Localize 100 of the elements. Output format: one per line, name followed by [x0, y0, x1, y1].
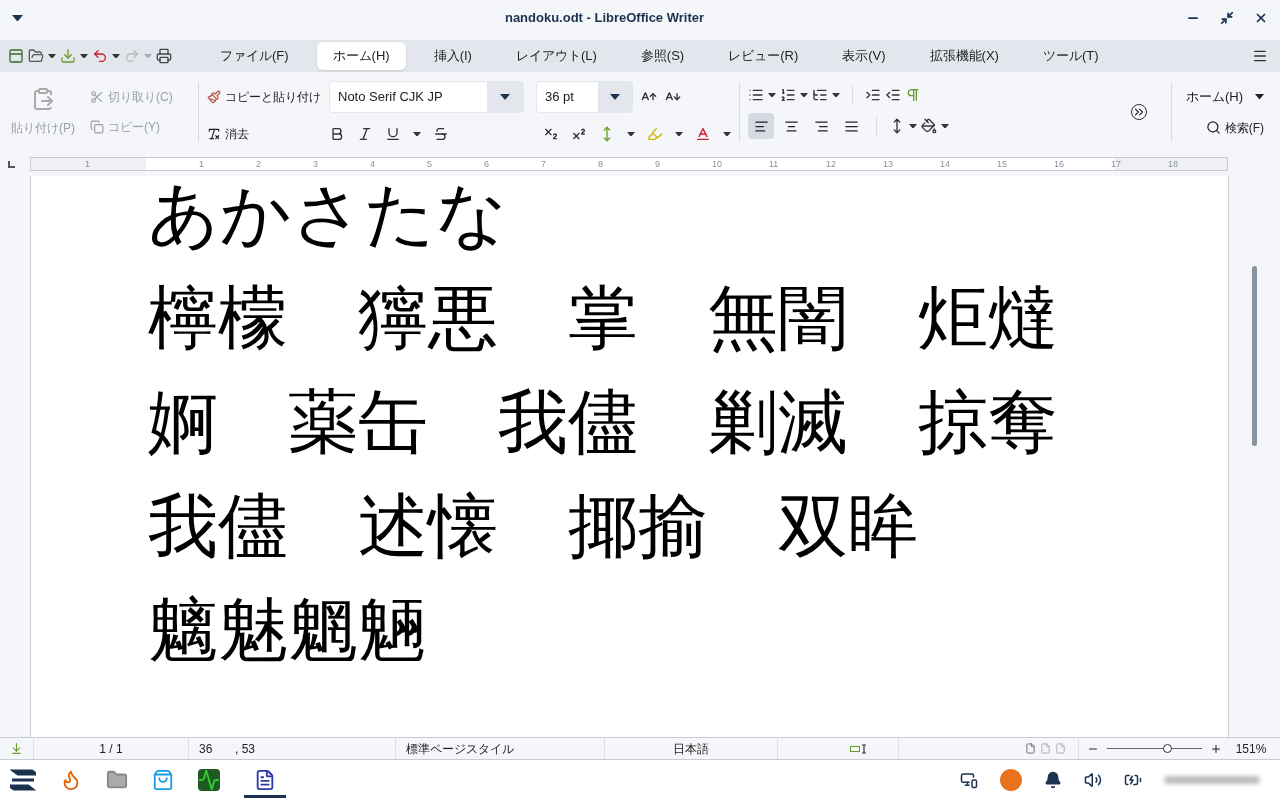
align-icon	[783, 118, 799, 134]
ruler-number: 8	[598, 158, 603, 170]
caret-icon[interactable]	[80, 53, 88, 59]
menu-tab[interactable]: レイアウト(L)	[499, 42, 613, 70]
document-page[interactable]: あかさたな 檸檬 獰悪 掌 無闇 炬燵 婀 薬缶 我儘 剿滅 掠奪 我儘 述懐 揶揄 双眸 魑魅魍魎	[30, 176, 1229, 737]
strikethrough-icon[interactable]	[433, 126, 449, 142]
menu-tab[interactable]: 参照(S)	[624, 42, 701, 70]
close-icon[interactable]	[1254, 11, 1268, 25]
numbered-list-icon[interactable]	[780, 87, 796, 103]
ruler-number: 10	[712, 158, 722, 170]
save-status-icon	[10, 742, 23, 755]
restore-icon[interactable]	[1220, 11, 1234, 25]
copy-icon	[90, 120, 104, 134]
align-icon	[753, 118, 769, 134]
menu-tab[interactable]: 拡張機能(X)	[913, 42, 1015, 70]
tab-stop-icon[interactable]	[8, 160, 15, 168]
print-icon[interactable]	[156, 48, 172, 64]
page-style: 標準ページスタイル	[406, 740, 515, 758]
system-monitor-icon[interactable]	[198, 769, 220, 791]
underline-icon[interactable]	[385, 126, 401, 142]
caret-icon[interactable]	[832, 92, 840, 98]
caret-icon[interactable]	[112, 53, 120, 59]
display-icon[interactable]	[960, 771, 978, 789]
character-count: , 53	[235, 740, 256, 758]
subscript-icon[interactable]	[543, 126, 559, 142]
zoom-percentage[interactable]: 151%	[1222, 739, 1280, 758]
ruler-number: 3	[313, 158, 318, 170]
caret-icon[interactable]	[413, 131, 421, 137]
scrollbar[interactable]	[1252, 266, 1257, 446]
font-color-icon[interactable]	[695, 126, 711, 142]
menu-tab[interactable]: ファイル(F)	[204, 42, 305, 70]
menu-tab[interactable]: ホーム(H)	[316, 42, 406, 70]
writer-document-icon[interactable]	[254, 768, 276, 791]
menu-icon[interactable]	[1252, 48, 1268, 64]
ruler-number: 5	[427, 158, 432, 170]
font-size-field[interactable]: 36 pt	[536, 81, 633, 113]
search-icon	[1205, 120, 1221, 136]
ruler-number: 16	[1054, 158, 1064, 170]
align-button[interactable]	[748, 113, 774, 139]
menu-tab[interactable]: 表示(V)	[826, 42, 902, 70]
menu-tab[interactable]: レビュー(R)	[712, 42, 815, 70]
folder-icon[interactable]	[28, 48, 44, 64]
caret-icon[interactable]	[941, 123, 949, 129]
zoom-slider-thumb[interactable]	[1162, 744, 1172, 753]
ruler-number: 13	[883, 158, 893, 170]
input-method-icon[interactable]	[1000, 769, 1022, 791]
menu-tab[interactable]: ツール(T)	[1026, 42, 1115, 70]
start-menu-icon[interactable]	[10, 769, 36, 791]
align-icon	[843, 118, 859, 134]
italic-icon[interactable]	[357, 126, 373, 142]
ruler-number: 15	[997, 158, 1007, 170]
ruler-number: 9	[655, 158, 660, 170]
caret-icon[interactable]	[800, 92, 808, 98]
ruler-number: 17	[1111, 158, 1121, 170]
undo-icon[interactable]	[92, 48, 108, 64]
caret-icon[interactable]	[909, 123, 917, 129]
window-layout-icon[interactable]	[8, 48, 24, 64]
ruler-number: 18	[1168, 158, 1178, 170]
dropdown-caret-icon[interactable]	[610, 94, 620, 100]
paintbrush-icon	[207, 90, 221, 104]
folder-icon[interactable]	[106, 769, 128, 791]
superscript-icon[interactable]	[571, 126, 587, 142]
bullet-list-icon[interactable]	[748, 87, 764, 103]
window-menu-caret-icon[interactable]	[12, 14, 23, 22]
font-name-field[interactable]: Noto Serif CJK JP	[329, 81, 524, 113]
tab-dropdown[interactable]: ホーム(H)	[1185, 87, 1264, 107]
indent-icon[interactable]	[865, 87, 881, 103]
align-icon	[813, 118, 829, 134]
outdent-icon[interactable]	[885, 87, 901, 103]
bold-icon[interactable]	[329, 126, 345, 142]
dropdown-caret-icon[interactable]	[500, 94, 510, 100]
page-count: 1 / 1	[98, 740, 124, 758]
outline-list-icon[interactable]	[812, 87, 828, 103]
word-count: 36	[199, 740, 214, 758]
zoom-in-icon[interactable]	[1210, 742, 1222, 755]
ruler-number: 12	[826, 158, 836, 170]
volume-icon[interactable]	[1084, 771, 1102, 789]
clone-formatting-button[interactable]: コピーと貼り付け	[207, 88, 321, 106]
caret-icon[interactable]	[48, 53, 56, 59]
caret-icon[interactable]	[675, 131, 683, 137]
software-store-icon[interactable]	[152, 769, 174, 791]
ruler-number: 7	[541, 158, 546, 170]
language: 日本語	[672, 740, 710, 758]
caret-icon[interactable]	[627, 131, 635, 137]
clear-formatting-button[interactable]: 消去	[207, 125, 317, 143]
ruler-number: 2	[256, 158, 261, 170]
document-text-line: 我儘 述懐 揶揄 双眸	[148, 484, 919, 569]
caret-icon[interactable]	[768, 92, 776, 98]
ruler-number: 1	[85, 158, 90, 170]
search-button[interactable]: 検索(F)	[1205, 118, 1264, 137]
notification-icon[interactable]	[1044, 771, 1062, 789]
ruler-number: 1	[199, 158, 204, 170]
insert-mode-icon	[850, 743, 868, 754]
single-page-icon[interactable]	[1025, 743, 1036, 754]
ruler-number: 4	[370, 158, 375, 170]
caret-icon[interactable]	[723, 131, 731, 137]
caret-icon[interactable]	[1255, 94, 1264, 100]
paint-bucket-icon[interactable]	[921, 118, 937, 134]
window-title: nandoku.odt - LibreOffice Writer	[503, 9, 706, 28]
menu-tab[interactable]: 挿入(I)	[417, 42, 488, 70]
